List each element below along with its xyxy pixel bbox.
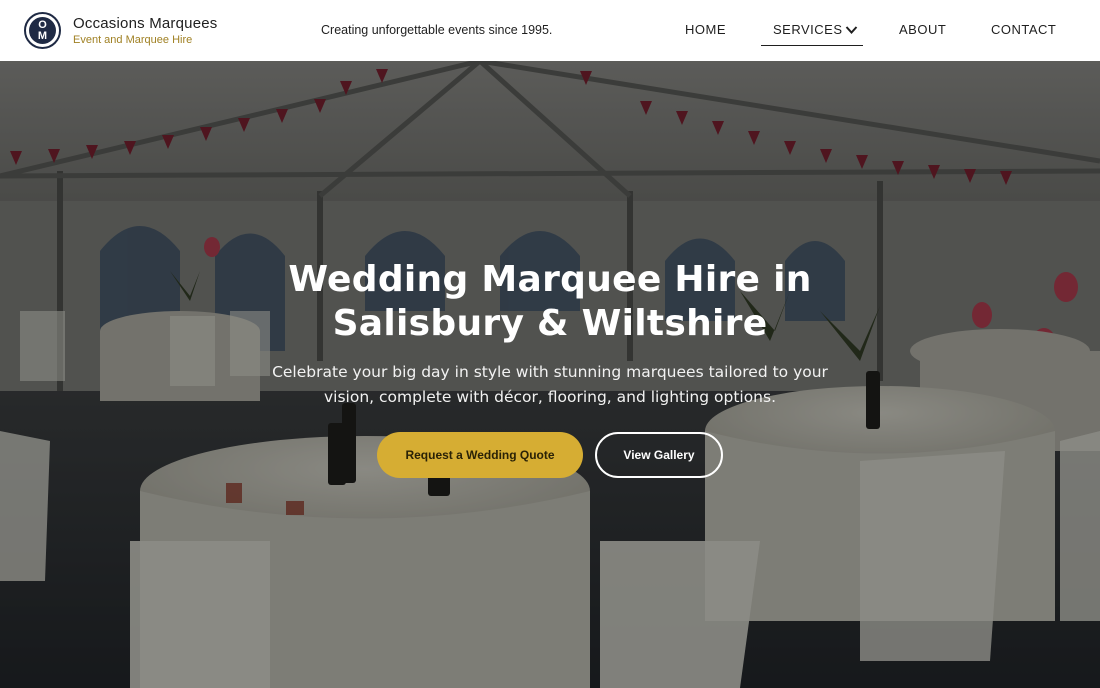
logo-icon[interactable]: O M: [24, 12, 61, 49]
nav-contact-link[interactable]: CONTACT: [991, 22, 1056, 37]
hero-desc-line1: Celebrate your big day in style with stu…: [272, 363, 828, 381]
hero-section: Wedding Marquee Hire in Salisbury & Wilt…: [0, 61, 1100, 688]
header-tagline: Creating unforgettable events since 1995…: [321, 23, 553, 37]
hero-title: Wedding Marquee Hire in Salisbury & Wilt…: [250, 258, 850, 346]
hero-desc-line2: vision, complete with décor, flooring, a…: [323, 388, 777, 406]
chevron-down-icon: [845, 25, 857, 34]
view-gallery-button[interactable]: View Gallery: [595, 432, 723, 478]
brand-subtitle: Event and Marquee Hire: [73, 33, 193, 46]
hero-title-line1: Wedding Marquee Hire in: [288, 259, 812, 300]
brand-name[interactable]: Occasions Marquees: [73, 15, 218, 33]
nav-services-label: SERVICES: [773, 22, 843, 37]
hero-title-line2: Salisbury & Wiltshire: [332, 303, 768, 344]
logo-badge: O M: [29, 17, 56, 44]
site-header: O M Occasions Marquees Event and Marquee…: [0, 0, 1100, 61]
logo-letter-m: M: [37, 30, 48, 42]
nav-about-link[interactable]: ABOUT: [899, 22, 946, 37]
brand-text: Occasions Marquees Event and Marquee Hir…: [73, 15, 218, 47]
request-wedding-quote-button[interactable]: Request a Wedding Quote: [377, 432, 583, 478]
brand[interactable]: O M Occasions Marquees Event and Marquee…: [24, 12, 218, 49]
nav-services-dropdown[interactable]: SERVICES: [761, 14, 863, 46]
hero-description: Celebrate your big day in style with stu…: [270, 360, 830, 410]
nav-home-link[interactable]: HOME: [685, 22, 726, 37]
